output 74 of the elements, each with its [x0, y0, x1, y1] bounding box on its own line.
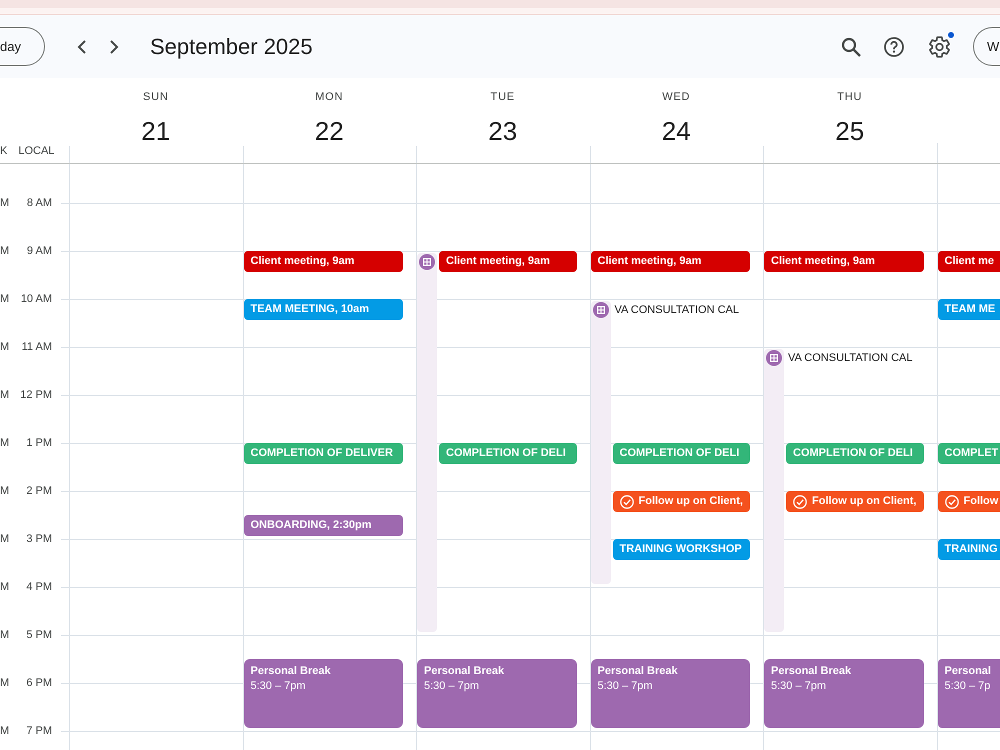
event-chip[interactable]: COMPLETION OF DELI: [786, 443, 924, 464]
schedule-bar[interactable]: [590, 301, 610, 584]
time-label: 9 AM: [26, 244, 52, 258]
schedule-label[interactable]: VA CONSULTATION CAL: [614, 302, 739, 318]
time-label: M: [0, 244, 10, 258]
event-block[interactable]: Personal Break 5:30 – 7pm: [244, 659, 403, 728]
timezone-label: K: [0, 144, 8, 158]
view-button[interactable]: W: [973, 27, 1000, 66]
event-chip[interactable]: ONBOARDING, 2:30pm: [244, 515, 403, 536]
today-button[interactable]: day: [0, 27, 45, 66]
schedule-label[interactable]: VA CONSULTATION CAL: [788, 350, 912, 366]
time-label: M: [0, 724, 10, 738]
time-label: 11 AM: [22, 340, 52, 354]
time-label: M: [0, 628, 10, 642]
weekday-label: MON: [315, 90, 344, 104]
date-number[interactable]: 21: [141, 116, 170, 146]
timezone-label: LOCAL: [18, 144, 54, 158]
task-chip[interactable]: Follow up on Client,: [612, 491, 750, 512]
help-icon[interactable]: [884, 36, 904, 56]
event-block[interactable]: Personal Break 5:30 – 7pm: [590, 659, 750, 728]
time-label: 12 PM: [20, 388, 52, 402]
check-circle-icon: [620, 494, 634, 508]
event-chip[interactable]: TRAINING WORKSHOP: [612, 539, 750, 560]
time-label: 7 PM: [26, 724, 52, 738]
event-chip[interactable]: Client meeting, 9am: [590, 251, 750, 272]
event-chip[interactable]: Client me: [938, 251, 1000, 272]
event-chip[interactable]: COMPLETION OF DELI: [612, 443, 750, 464]
event-chip[interactable]: Client meeting, 9am: [244, 251, 403, 272]
time-label: 8 AM: [26, 196, 52, 210]
time-label: 4 PM: [26, 580, 52, 594]
time-label: M: [0, 436, 10, 450]
event-chip[interactable]: TRAINING: [938, 539, 1000, 560]
time-label: 6 PM: [26, 676, 52, 690]
check-circle-icon: [793, 494, 807, 508]
time-label: 5 PM: [26, 628, 52, 642]
time-label: 1 PM: [26, 436, 52, 450]
chevron-right-icon[interactable]: [108, 40, 119, 54]
weekday-label: TUE: [490, 90, 515, 104]
event-chip[interactable]: TEAM ME: [938, 299, 1000, 320]
event-chip[interactable]: Client meeting, 9am: [439, 251, 576, 272]
time-label: M: [0, 484, 10, 498]
time-label: 3 PM: [26, 532, 52, 546]
time-label: M: [0, 292, 10, 306]
event-chip[interactable]: TEAM MEETING, 10am: [244, 299, 403, 320]
time-label: 2 PM: [26, 484, 52, 498]
date-number[interactable]: 24: [662, 116, 691, 146]
event-chip[interactable]: COMPLET: [938, 443, 1000, 464]
settings-icon[interactable]: [929, 36, 950, 58]
time-label: M: [0, 340, 10, 354]
weekday-label: THU: [837, 90, 862, 104]
task-chip[interactable]: Follow: [938, 491, 1000, 512]
date-number[interactable]: 23: [488, 116, 518, 146]
weekday-label: SUN: [142, 90, 169, 104]
date-number[interactable]: 25: [835, 116, 864, 146]
event-block[interactable]: Personal 5:30 – 7p: [938, 659, 1000, 728]
time-label: M: [0, 676, 10, 690]
time-label: M: [0, 532, 10, 546]
event-block[interactable]: Personal Break 5:30 – 7pm: [417, 659, 576, 728]
task-chip[interactable]: Follow up on Client,: [786, 491, 924, 512]
time-label: 10 AM: [20, 292, 52, 306]
event-block[interactable]: Personal Break 5:30 – 7pm: [764, 659, 924, 728]
chevron-left-icon[interactable]: [76, 40, 87, 54]
event-chip[interactable]: COMPLETION OF DELIVER: [244, 443, 403, 464]
schedule-bar[interactable]: [764, 349, 784, 632]
time-label: M: [0, 196, 10, 210]
search-icon[interactable]: [841, 36, 861, 56]
event-chip[interactable]: Client meeting, 9am: [764, 251, 924, 272]
month-title: September 2025: [150, 32, 313, 60]
weekday-label: WED: [662, 90, 690, 104]
time-label: M: [0, 580, 10, 594]
time-label: M: [0, 388, 10, 402]
check-circle-icon: [944, 494, 958, 508]
event-chip[interactable]: COMPLETION OF DELI: [439, 443, 576, 464]
date-number[interactable]: 22: [314, 116, 344, 146]
